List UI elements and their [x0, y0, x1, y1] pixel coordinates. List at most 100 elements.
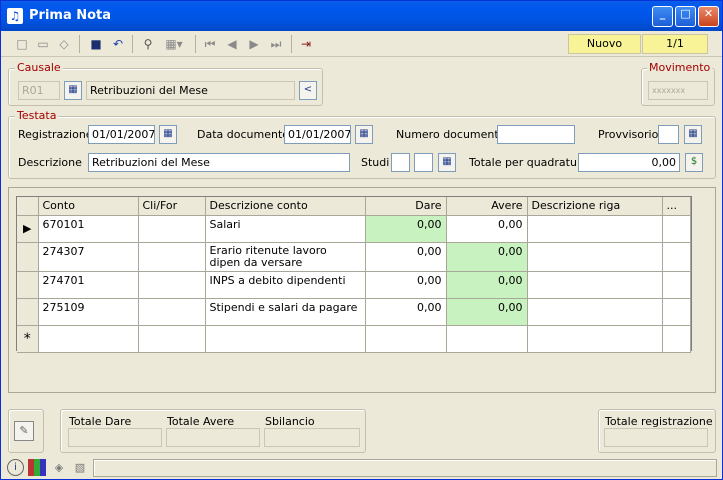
find-icon[interactable]: ⚲	[139, 35, 157, 53]
table-row[interactable]: ▶ 670101 Salari 0,00 0,00	[17, 215, 691, 243]
row-selector-current[interactable]: ▶	[17, 215, 39, 243]
causale-description-field[interactable]: Retribuzioni del Mese	[86, 81, 295, 100]
close-button[interactable]: ✕	[698, 6, 719, 27]
col-descrizione-conto[interactable]: Descrizione conto	[205, 197, 366, 216]
row-selector[interactable]	[17, 298, 39, 326]
last-icon[interactable]: ⏭	[267, 35, 285, 53]
provvisorio-lookup-icon[interactable]: ▦	[684, 125, 702, 144]
save-icon[interactable]: ■	[87, 35, 105, 53]
books-icon[interactable]	[28, 459, 46, 476]
cell-riga[interactable]	[527, 325, 663, 353]
grid-corner	[17, 197, 39, 216]
cell-conto[interactable]	[38, 325, 139, 353]
movimento-field[interactable]: xxxxxxx	[648, 81, 708, 100]
cell-avere[interactable]: 0,00	[446, 298, 528, 326]
cell-avere[interactable]	[446, 325, 528, 353]
totale-registrazione-label: Totale registrazione	[605, 415, 713, 428]
open-icon[interactable]: ▭	[34, 35, 52, 53]
totale-dare-field	[68, 428, 162, 447]
cell-more[interactable]	[662, 215, 691, 243]
cell-clifor[interactable]	[138, 271, 206, 299]
first-icon[interactable]: ⏮	[201, 35, 219, 53]
grid-view-icon[interactable]: ▦▾	[161, 35, 187, 53]
studi-label: Studi	[361, 156, 390, 169]
cell-descrizione[interactable]: Stipendi e salari da pagare	[205, 298, 366, 326]
next-icon[interactable]: ▶	[245, 35, 263, 53]
undo-icon[interactable]: ↶	[109, 35, 127, 53]
col-descrizione-riga[interactable]: Descrizione riga	[527, 197, 663, 216]
cell-descrizione[interactable]	[205, 325, 366, 353]
window-title: Prima Nota	[29, 8, 112, 23]
cell-dare[interactable]: 0,00	[365, 242, 447, 272]
causale-lookup-icon[interactable]: ▦	[64, 81, 82, 100]
causale-back-button[interactable]: <	[299, 81, 317, 100]
cell-more[interactable]	[662, 271, 691, 299]
cell-clifor[interactable]	[138, 325, 206, 353]
table-row-new[interactable]: *	[17, 325, 691, 353]
table-row[interactable]: 274307 Erario ritenute lavoro dipen da v…	[17, 242, 691, 272]
cell-avere[interactable]: 0,00	[446, 271, 528, 299]
notes-icon[interactable]: ✎	[14, 421, 34, 441]
cell-avere[interactable]: 0,00	[446, 242, 528, 272]
exit-icon[interactable]: ⇥	[297, 35, 315, 53]
cell-dare[interactable]: 0,00	[365, 215, 447, 243]
causale-code-field[interactable]: R01	[18, 81, 60, 100]
table-row[interactable]: 275109 Stipendi e salari da pagare 0,00 …	[17, 298, 691, 326]
cell-descrizione[interactable]: Salari	[205, 215, 366, 243]
calculator-icon[interactable]: $	[685, 153, 703, 172]
data-documento-field[interactable]: 01/01/2007	[284, 125, 351, 144]
cell-avere[interactable]: 0,00	[446, 215, 528, 243]
cell-riga[interactable]	[527, 271, 663, 299]
new-row-marker[interactable]: *	[17, 325, 39, 353]
cell-conto[interactable]: 275109	[38, 298, 139, 326]
col-avere[interactable]: Avere	[446, 197, 528, 216]
cell-conto[interactable]: 274701	[38, 271, 139, 299]
cell-descrizione[interactable]: Erario ritenute lavoro dipen da versare	[205, 242, 366, 272]
entries-grid[interactable]: Conto Cli/For Descrizione conto Dare Ave…	[16, 196, 692, 353]
app-icon: ♫	[7, 8, 23, 24]
cell-clifor[interactable]	[138, 298, 206, 326]
tools-icon[interactable]: ▧	[71, 459, 89, 476]
cell-more[interactable]	[662, 325, 691, 353]
cell-dare[interactable]: 0,00	[365, 271, 447, 299]
status-message	[93, 459, 717, 477]
col-clifor[interactable]: Cli/For	[138, 197, 206, 216]
studi-field-1[interactable]	[391, 153, 410, 172]
cell-more[interactable]	[662, 242, 691, 272]
info-icon[interactable]: i	[7, 459, 24, 476]
cell-clifor[interactable]	[138, 242, 206, 272]
cell-clifor[interactable]	[138, 215, 206, 243]
registrazione-date-field[interactable]: 01/01/2007	[88, 125, 155, 144]
maximize-button[interactable]: □	[675, 6, 696, 27]
provvisorio-field[interactable]	[658, 125, 679, 144]
cell-riga[interactable]	[527, 298, 663, 326]
col-more[interactable]: ...	[662, 197, 691, 216]
calendar-icon[interactable]: ▦	[355, 125, 373, 144]
row-selector[interactable]	[17, 271, 39, 299]
totale-quadratura-field[interactable]: 0,00	[578, 153, 680, 172]
studi-lookup-icon[interactable]: ▦	[438, 153, 456, 172]
numero-documento-field[interactable]	[497, 125, 575, 144]
new-icon[interactable]: □	[13, 35, 31, 53]
cell-conto[interactable]: 670101	[38, 215, 139, 243]
table-row[interactable]: 274701 INPS a debito dipendenti 0,00 0,0…	[17, 271, 691, 299]
cell-conto[interactable]: 274307	[38, 242, 139, 272]
minimize-button[interactable]: _	[652, 6, 673, 27]
cell-dare[interactable]: 0,00	[365, 298, 447, 326]
folder-icon[interactable]: ◈	[50, 459, 68, 476]
status-bar: i ◈ ▧	[1, 456, 722, 479]
title-bar[interactable]: ♫ Prima Nota _ □ ✕	[1, 1, 722, 31]
cell-dare[interactable]	[365, 325, 447, 353]
calendar-icon[interactable]: ▦	[159, 125, 177, 144]
col-dare[interactable]: Dare	[365, 197, 447, 216]
descrizione-field[interactable]: Retribuzioni del Mese	[88, 153, 350, 172]
row-selector[interactable]	[17, 242, 39, 272]
cell-more[interactable]	[662, 298, 691, 326]
prev-icon[interactable]: ◀	[223, 35, 241, 53]
cell-riga[interactable]	[527, 215, 663, 243]
col-conto[interactable]: Conto	[38, 197, 139, 216]
studi-field-2[interactable]	[414, 153, 433, 172]
eraser-icon[interactable]: ◇	[55, 35, 73, 53]
cell-riga[interactable]	[527, 242, 663, 272]
cell-descrizione[interactable]: INPS a debito dipendenti	[205, 271, 366, 299]
